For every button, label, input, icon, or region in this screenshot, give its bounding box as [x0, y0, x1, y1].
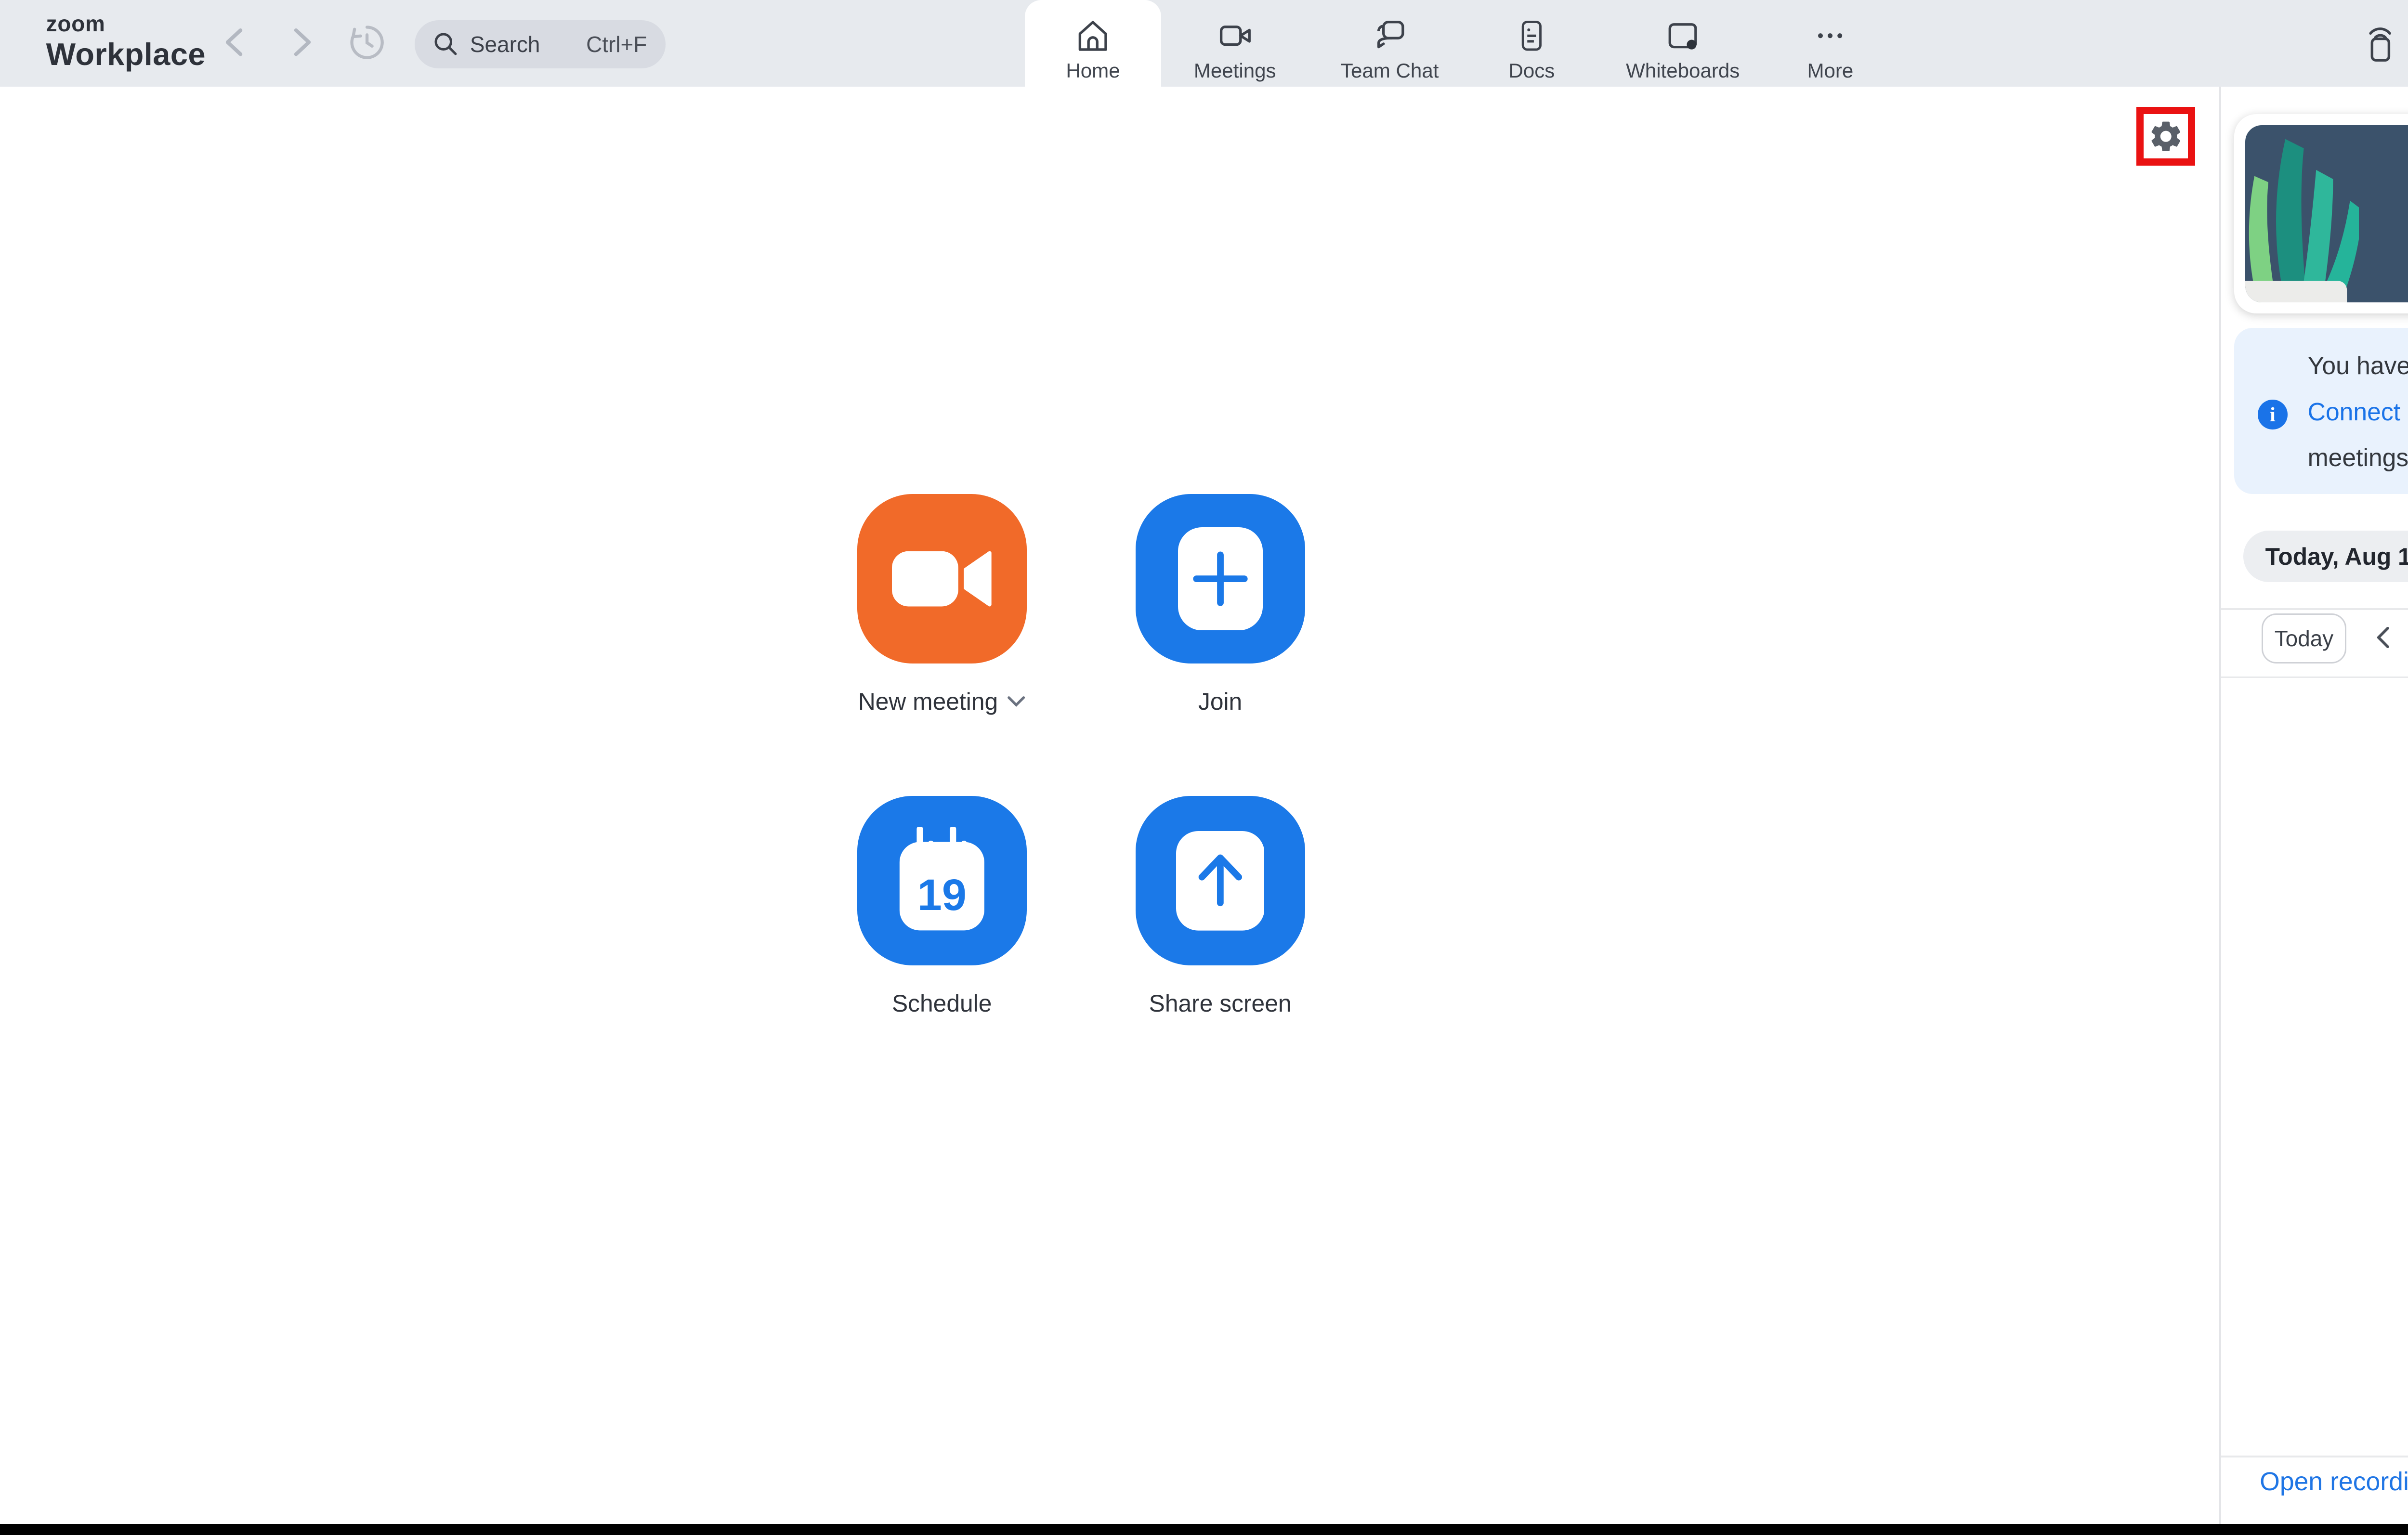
screen-bottom-edge: [0, 1524, 2408, 1535]
title-bar: zoom Workplace Search Ctrl+F Home Meetin…: [0, 0, 2408, 87]
team-chat-icon: [1377, 21, 1404, 49]
search-icon: [434, 33, 457, 55]
sidebar-divider-bottom: [2221, 1456, 2408, 1458]
action-schedule: 19 Schedule: [831, 796, 1052, 1017]
tab-home[interactable]: Home: [1024, 0, 1162, 87]
new-meeting-label: New meeting: [858, 688, 998, 715]
zoom-workplace-logo: zoom Workplace: [46, 13, 206, 70]
action-share-screen: Share screen: [1110, 796, 1331, 1017]
search-input[interactable]: Search Ctrl+F: [415, 20, 666, 68]
info-icon: i: [2258, 400, 2288, 429]
sidebar-left-divider: [2219, 86, 2221, 1524]
tab-meetings-label: Meetings: [1193, 59, 1276, 82]
empty-state-message: No meetings scheduled.: [2234, 1133, 2408, 1163]
share-screen-arrow-icon: [1176, 831, 1265, 931]
share-screen-label: Share screen: [1149, 990, 1292, 1017]
banner-line3: meetings and events in one place.: [2307, 443, 2408, 472]
tab-team-chat-label: Team Chat: [1340, 59, 1439, 82]
open-recordings-label: Open recordings: [2260, 1467, 2408, 1496]
action-join: Join: [1110, 494, 1331, 715]
tab-more[interactable]: More: [1773, 0, 1887, 87]
main-tab-bar: Home Meetings Team Chat Docs Whiteboards…: [1024, 0, 1887, 87]
connect-now-link[interactable]: Connect now: [2308, 398, 2408, 426]
join-button[interactable]: [1135, 494, 1305, 663]
schedule-day-number: 19: [917, 871, 967, 920]
logo-zoom-text: zoom: [46, 11, 105, 36]
open-recordings-link[interactable]: Open recordings: [2260, 1467, 2408, 1496]
date-selector-label: Today, Aug 17: [2265, 543, 2408, 570]
settings-gear-icon[interactable]: [2147, 118, 2185, 155]
schedule-calendar-icon: 19: [899, 827, 984, 931]
search-shortcut: Ctrl+F: [586, 31, 647, 57]
chevron-right-icon: [294, 28, 311, 56]
schedule-button[interactable]: 19: [857, 796, 1027, 966]
logo-workplace-text: Workplace: [46, 37, 206, 72]
new-meeting-button[interactable]: [857, 494, 1027, 663]
docs-icon: [1521, 21, 1542, 51]
date-selector-dropdown[interactable]: Today, Aug 17: [2243, 531, 2408, 583]
chevron-left-icon: [2377, 627, 2389, 649]
tab-docs[interactable]: Docs: [1471, 0, 1593, 87]
tab-meetings[interactable]: Meetings: [1161, 0, 1309, 87]
search-placeholder: Search: [470, 31, 540, 57]
tab-home-label: Home: [1066, 59, 1120, 82]
more-ellipsis-icon: [1818, 33, 1843, 39]
new-meeting-dropdown-chevron-icon[interactable]: [1007, 696, 1025, 707]
home-icon: [1079, 21, 1107, 52]
join-label: Join: [1198, 688, 1243, 715]
history-button[interactable]: [343, 18, 391, 66]
banner-line1: You haven't connected your calendar yet.: [2307, 351, 2408, 379]
sidebar-divider-top: [2221, 608, 2408, 610]
tab-team-chat[interactable]: Team Chat: [1309, 0, 1471, 87]
tab-more-label: More: [1807, 59, 1854, 82]
clock-card: ••• 14:48 Sunday, August 17: [2234, 114, 2408, 313]
forward-button[interactable]: [278, 18, 327, 66]
connect-to-device-button[interactable]: [2354, 0, 2405, 87]
share-screen-button[interactable]: [1135, 796, 1305, 966]
chevron-left-icon: [225, 28, 243, 56]
tab-whiteboards-label: Whiteboards: [1626, 59, 1740, 82]
plant-illustration: [2245, 139, 2359, 302]
zoom-workplace-window: zoom Workplace Search Ctrl+F Home Meetin…: [0, 0, 2408, 1535]
join-plus-icon: [1178, 527, 1263, 630]
tab-whiteboards[interactable]: Whiteboards: [1593, 0, 1773, 87]
schedule-label: Schedule: [891, 990, 992, 1017]
previous-day-button[interactable]: [2367, 615, 2400, 660]
calendar-connect-banner: i × You haven't connected your calendar …: [2234, 328, 2408, 494]
sidebar-divider-toolbar: [2221, 676, 2408, 678]
tab-docs-label: Docs: [1508, 59, 1555, 82]
meetings-video-icon: [1220, 26, 1251, 46]
connect-device-icon: [2369, 27, 2391, 62]
today-button[interactable]: Today: [2261, 613, 2347, 663]
back-button[interactable]: [210, 18, 258, 66]
schedule-a-meeting-link[interactable]: +Schedule a meeting: [2234, 1179, 2408, 1211]
video-camera-icon: [892, 551, 992, 607]
annotation-highlight-box: [2136, 106, 2196, 166]
whiteboards-icon: [1668, 23, 1697, 50]
history-clock-icon: [350, 26, 384, 59]
action-new-meeting: New meeting: [831, 494, 1052, 715]
